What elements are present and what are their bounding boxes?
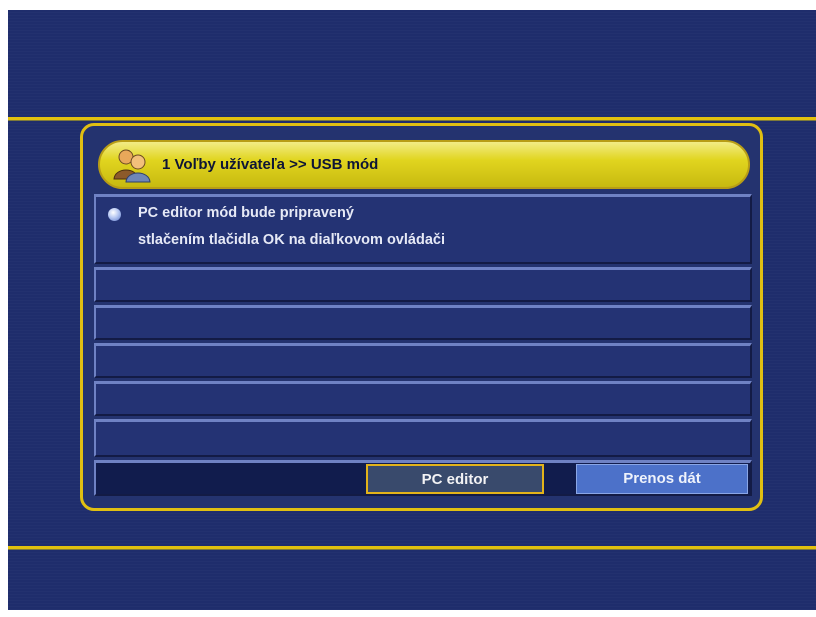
message-row: PC editor mód bude pripravený stlačením … — [94, 194, 752, 264]
message-line-1: PC editor mód bude pripravený — [138, 205, 354, 221]
message-line-2: stlačením tlačidla OK na diaľkovom ovlád… — [138, 232, 445, 248]
list-item — [94, 305, 752, 340]
dialog-title-bar: 1 Voľby užívateľa >> USB mód — [98, 140, 750, 189]
pc-editor-button[interactable]: PC editor — [366, 464, 544, 494]
bullet-icon — [108, 208, 121, 221]
list-item — [94, 267, 752, 302]
dialog-title: 1 Voľby užívateľa >> USB mód — [162, 156, 379, 173]
button-bar: PC editor Prenos dát — [94, 460, 752, 496]
data-transfer-button[interactable]: Prenos dát — [576, 464, 748, 494]
tv-screen: 1 Voľby užívateľa >> USB mód PC editor m… — [8, 10, 816, 610]
usb-mode-dialog: 1 Voľby užívateľa >> USB mód PC editor m… — [80, 123, 763, 511]
top-divider — [8, 117, 816, 121]
users-icon — [112, 147, 152, 183]
bottom-divider — [8, 546, 816, 550]
list-item — [94, 419, 752, 457]
list-item — [94, 343, 752, 378]
list-item — [94, 381, 752, 416]
